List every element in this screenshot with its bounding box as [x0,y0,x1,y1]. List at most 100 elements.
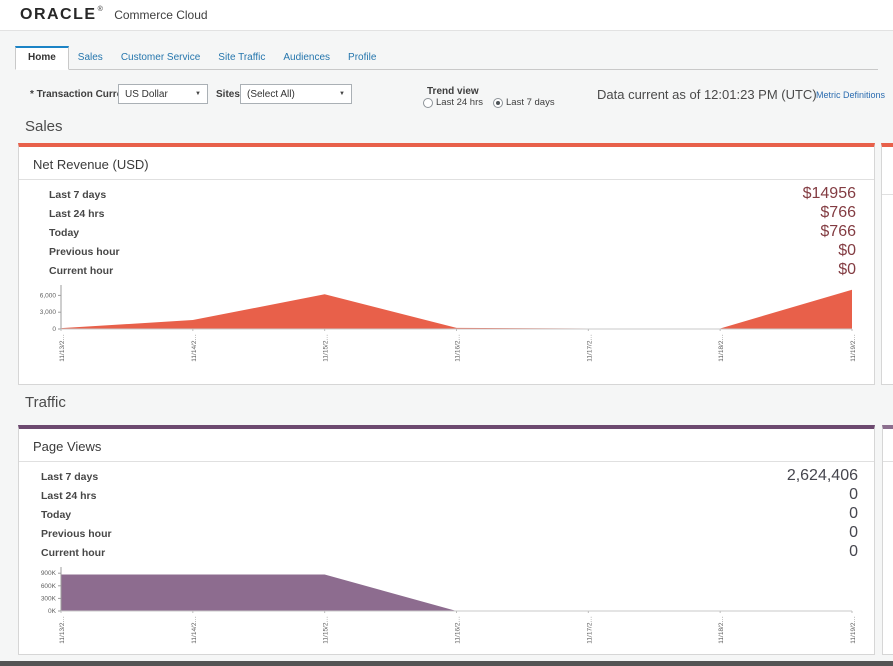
trend-chart: 6,0003,000011/13/2…11/14/2…11/15/2…11/16… [25,283,864,381]
svg-text:11/15/2…: 11/15/2… [323,616,330,644]
metric-label: Current hour [41,547,105,559]
metric-value: $0 [838,242,856,260]
currency-select[interactable]: US Dollar ▼ [118,84,208,104]
tab-customer-service[interactable]: Customer Service [112,46,209,69]
metric-rows: Last 7 days$68Last 24 hrs$109Today$109Pr… [882,195,893,295]
metric-value: 2,624,406 [787,467,858,485]
metric-value: 0 [849,543,858,561]
metric-rows: Last 7 days2,623,752Last 24 hrs0Today0Pr… [883,462,893,562]
metric-rows: Last 7 days2,624,406Last 24 hrs0Today0Pr… [19,462,874,562]
metric-value: 0 [849,524,858,542]
trend-option-last-24-hrs[interactable]: Last 24 hrs [423,97,483,108]
svg-text:11/16/2…: 11/16/2… [455,334,462,362]
svg-text:11/16/2…: 11/16/2… [455,616,462,644]
metric-row: Current hour 0 [41,543,858,562]
metric-definitions-link[interactable]: Metric Definitions [816,90,885,100]
tab-site-traffic[interactable]: Site Traffic [209,46,274,69]
tab-sales[interactable]: Sales [69,46,112,69]
metric-label: Today [49,227,79,239]
sales-cards-row: Net Revenue (USD)Last 7 days$14956Last 2… [18,143,875,385]
metric-label: Last 24 hrs [49,208,104,220]
metric-label: Previous hour [41,528,112,540]
metric-row: Last 24 hrs 0 [41,486,858,505]
card-title: Visits [883,429,893,462]
svg-text:6,000: 6,000 [40,292,57,299]
window-bottom-edge [0,661,893,666]
data-current-text: Data current as of 12:01:23 PM (UTC) [597,87,817,102]
radio-icon [423,98,433,108]
metric-value: 0 [849,486,858,504]
svg-text:600K: 600K [41,583,57,590]
metric-card-page-views: Page ViewsLast 7 days2,624,406Last 24 hr… [18,425,875,655]
metric-row: Previous hour $0 [49,242,856,261]
svg-text:0: 0 [52,326,56,333]
metric-row: Today $766 [49,223,856,242]
traffic-section-title: Traffic [25,394,66,411]
sites-select[interactable]: (Select All) ▼ [240,84,352,104]
trend-chart-svg: 12060011/13/2…11/14/2…11/15/2…11/16/2…11… [888,298,893,396]
svg-text:11/19/2…: 11/19/2… [850,616,857,644]
trend-option-last-7-days[interactable]: Last 7 days [493,97,555,108]
svg-text:11/17/2…: 11/17/2… [586,616,593,644]
svg-text:11/19/2…: 11/19/2… [850,334,857,362]
metric-row: Last 24 hrs $766 [49,204,856,223]
dropdown-arrow-icon: ▼ [195,91,201,97]
sales-section-title: Sales [25,118,63,135]
metric-value: 0 [849,505,858,523]
trend-chart-svg: 900K600K300K0K11/13/2…11/14/2…11/15/2…11… [889,565,893,663]
trend-chart: 900K 600K 300K 0K11/13/2… 11/14/2… 11/15/2… 11… [25,565,864,663]
dropdown-arrow-icon: ▼ [339,91,345,97]
metric-rows: Last 7 days $14956 Last 24 hrs $766 Today $76… [19,180,874,280]
svg-text:11/18/2…: 11/18/2… [718,616,725,644]
metric-row: Last 7 days $14956 [49,185,856,204]
metric-card-net-revenue-usd: Net Revenue (USD)Last 7 days$14956Last 2… [18,143,875,385]
sites-label: Sites [216,89,240,100]
metric-label: Last 7 days [49,189,106,201]
traffic-cards-row: Page ViewsLast 7 days2,624,406Last 24 hr… [18,425,875,655]
tab-profile[interactable]: Profile [339,46,385,69]
radio-label: Last 24 hrs [436,97,483,108]
metric-row: Current hour $0 [49,261,856,280]
card-title: Average Order Value (USD) [882,147,893,195]
radio-label: Last 7 days [506,97,555,108]
trend-chart: 12060011/13/2…11/14/2…11/15/2…11/16/2…11… [888,298,893,396]
trend-chart: 900K600K300K0K11/13/2…11/14/2…11/15/2…11… [889,565,893,663]
svg-text:11/13/2…: 11/13/2… [59,334,66,362]
currency-selected-value: US Dollar [125,89,168,100]
sites-selected-value: (Select All) [247,89,295,100]
svg-text:3,000: 3,000 [40,309,57,316]
svg-text:11/17/2…: 11/17/2… [586,334,593,362]
trend-view-label: Trend view [427,86,479,97]
oracle-logo: ORACLE® Commerce Cloud [20,6,208,24]
card-title: Net Revenue (USD) [19,147,874,180]
brand-suffix: Commerce Cloud [114,8,207,22]
metric-label: Previous hour [49,246,120,258]
metric-label: Last 24 hrs [41,490,96,502]
metric-label: Current hour [49,265,113,277]
svg-text:11/15/2…: 11/15/2… [323,334,330,362]
metric-value: $766 [820,204,856,222]
metric-row: Last 7 days 2,624,406 [41,467,858,486]
metric-row: Previous hour 0 [41,524,858,543]
metric-card-average-order-value-usd: Average Order Value (USD)Last 7 days$68L… [881,143,893,385]
brand-text: ORACLE [20,6,97,23]
svg-text:0K: 0K [48,608,57,615]
metric-value: $14956 [803,185,856,203]
tab-bar: HomeSalesCustomer ServiceSite TrafficAud… [15,46,878,70]
card-title: Page Views [19,429,874,462]
tab-audiences[interactable]: Audiences [274,46,339,69]
metric-card-visits: VisitsLast 7 days2,623,752Last 24 hrs0To… [882,425,893,655]
svg-text:11/13/2…: 11/13/2… [59,616,66,644]
trend-radio-group: Last 24 hrs Last 7 days [423,97,555,108]
tab-home[interactable]: Home [15,46,69,70]
svg-text:900K: 900K [41,570,57,577]
metric-label: Last 7 days [41,471,98,483]
svg-text:11/14/2…: 11/14/2… [191,616,198,644]
app-header: ORACLE® Commerce Cloud [0,0,893,31]
trend-chart-svg: 900K 600K 300K 0K11/13/2… 11/14/2… 11/15/2… 11… [25,565,864,663]
metric-value: $766 [820,223,856,241]
registered-mark-icon: ® [98,6,103,13]
metric-value: $0 [838,261,856,279]
metric-row: Today0 [41,505,858,524]
svg-text:300K: 300K [41,595,57,602]
